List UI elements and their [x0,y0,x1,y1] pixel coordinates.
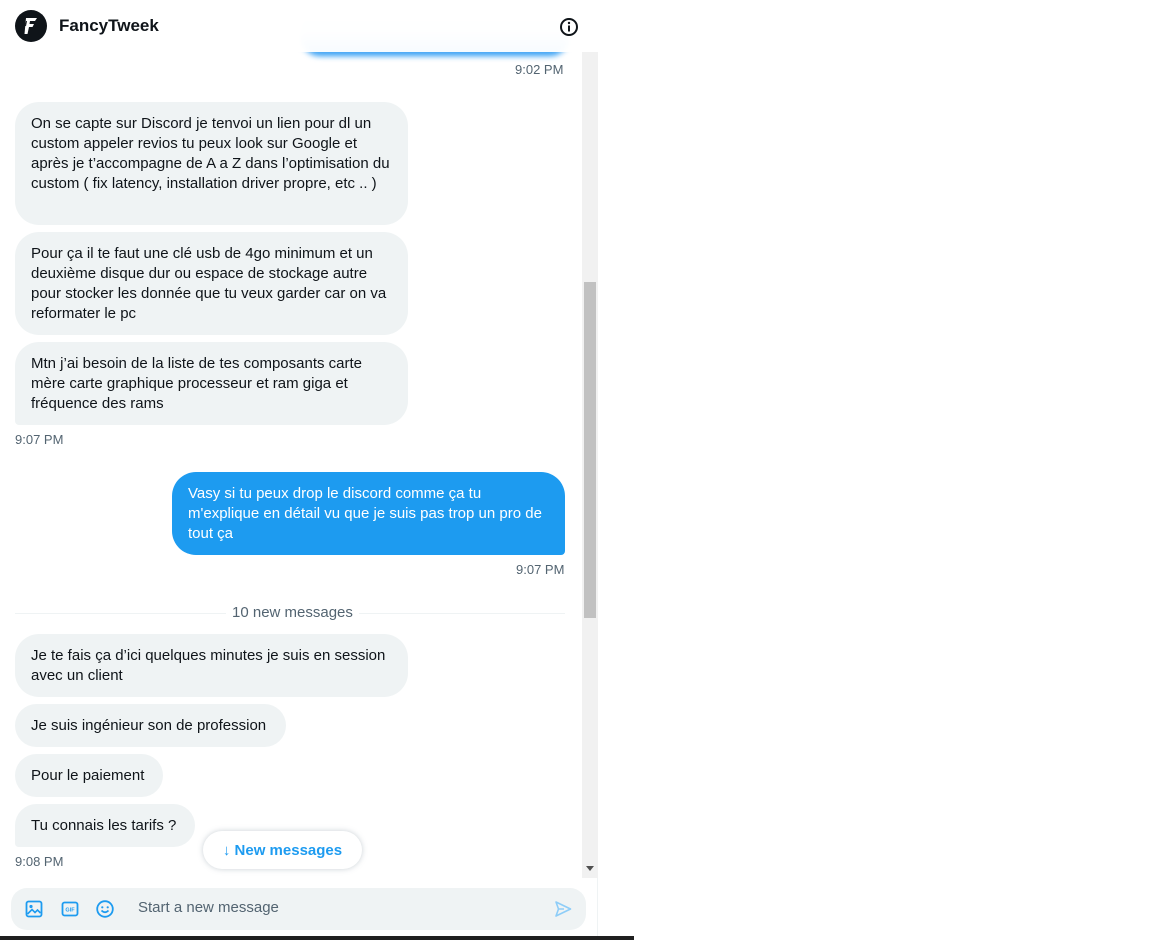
send-icon[interactable] [554,900,572,918]
message-input[interactable]: Start a new message [138,899,279,916]
scrollbar[interactable] [582,52,598,878]
received-message[interactable]: Tu connais les tarifs ? [15,804,195,847]
conversation-info-button[interactable] [558,16,580,38]
avatar[interactable] [15,10,47,42]
scrollbar-thumb[interactable] [584,282,596,618]
message-composer: GIF Start a new message [11,888,586,930]
bottom-divider-bar [0,936,634,940]
message-timestamp: 9:08 PM [15,854,64,869]
dm-conversation-panel: FancyTweek 9:02 PM On se capte sur Disco… [0,0,598,940]
scroll-down-arrow-icon[interactable] [586,866,594,871]
message-timestamp: 9:02 PM [515,62,564,77]
received-message[interactable]: Je te fais ça d’ici quelques minutes je … [15,634,408,697]
received-message[interactable]: Je suis ingénieur son de profession [15,704,286,747]
received-message[interactable]: Mtn j’ai besoin de la liste de tes compo… [15,342,408,425]
fancytweek-logo-icon [24,18,37,34]
gif-icon[interactable]: GIF [60,899,80,919]
conversation-title[interactable]: FancyTweek [59,16,159,36]
message-timestamp: 9:07 PM [516,562,565,577]
sent-message[interactable]: Vasy si tu peux drop le discord comme ça… [172,472,565,555]
received-message[interactable]: Pour le paiement [15,754,163,797]
received-message[interactable]: On se capte sur Discord je tenvoi un lie… [15,102,408,225]
message-timestamp: 9:07 PM [15,432,64,447]
info-icon [560,18,578,36]
conversation-header: FancyTweek [0,0,598,52]
image-icon[interactable] [24,899,44,919]
new-messages-divider-label: 10 new messages [226,604,359,621]
received-message[interactable]: Pour ça il te faut une clé usb de 4go mi… [15,232,408,335]
message-list[interactable]: 9:02 PM On se capte sur Discord je tenvo… [0,52,582,878]
emoji-icon[interactable] [95,899,115,919]
svg-text:GIF: GIF [65,908,75,914]
jump-to-new-messages-button[interactable]: ↓ New messages [203,831,362,869]
